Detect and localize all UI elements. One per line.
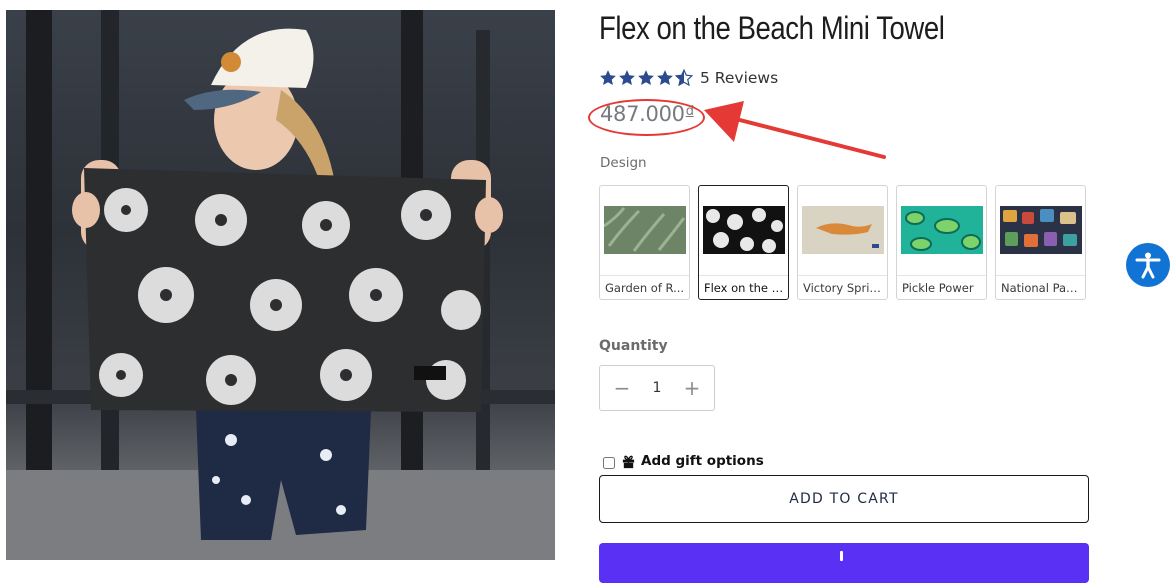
design-thumbnail <box>802 206 884 254</box>
design-option-label: Garden of R... <box>605 281 685 295</box>
design-option-label: Pickle Power <box>902 281 974 295</box>
reviews-count[interactable]: 5 Reviews <box>700 69 778 87</box>
product-photo-illustration <box>6 10 555 560</box>
star-icon <box>657 70 673 86</box>
quantity-stepper: − 1 + <box>599 365 715 411</box>
star-icon <box>638 70 654 86</box>
gift-options-label: Add gift options <box>641 453 764 469</box>
add-to-cart-button[interactable]: ADD TO CART <box>599 475 1089 523</box>
swatch-divider <box>699 275 788 276</box>
design-option-label: Flex on the B... <box>704 281 784 295</box>
gift-checkbox[interactable] <box>603 456 615 469</box>
design-thumbnail <box>901 206 983 254</box>
design-option-garden[interactable]: Garden of R... <box>599 185 690 300</box>
annotation-arrow-icon <box>704 101 886 159</box>
product-photo[interactable] <box>6 10 555 560</box>
product-rating[interactable]: 5 Reviews <box>599 66 778 90</box>
swatch-divider <box>798 275 887 276</box>
price-annotation-circle <box>588 99 705 136</box>
minus-icon[interactable]: − <box>613 376 631 400</box>
product-title: Flex on the Beach Mini Towel <box>599 10 945 46</box>
star-icon <box>600 70 616 86</box>
swatch-divider <box>897 275 986 276</box>
design-option-label: Victory Sprints <box>803 281 883 295</box>
design-option-national-parks[interactable]: National Parks <box>995 185 1086 300</box>
design-option-pickle-power[interactable]: Pickle Power <box>896 185 987 300</box>
accessibility-button[interactable] <box>1126 243 1170 287</box>
swatch-divider <box>996 275 1085 276</box>
star-icon <box>619 70 635 86</box>
buy-now-button[interactable] <box>599 543 1089 583</box>
design-swatches: Garden of R... Flex on the B... Victory … <box>599 185 1086 300</box>
design-label: Design <box>600 155 647 171</box>
swatch-divider <box>600 275 689 276</box>
quantity-label: Quantity <box>599 338 668 354</box>
rating-stars <box>599 69 693 87</box>
gift-icon <box>622 455 635 468</box>
accessibility-icon <box>1135 252 1161 279</box>
quantity-value[interactable]: 1 <box>653 380 662 396</box>
gift-options[interactable]: Add gift options <box>603 453 764 469</box>
design-option-flex-on-the-beach[interactable]: Flex on the B... <box>698 185 789 300</box>
plus-icon[interactable]: + <box>683 376 701 400</box>
design-option-victory-sprints[interactable]: Victory Sprints <box>797 185 888 300</box>
design-thumbnail <box>703 206 785 254</box>
design-thumbnail <box>604 206 686 254</box>
design-option-label: National Parks <box>1001 281 1081 295</box>
star-half-icon <box>675 69 693 87</box>
design-thumbnail <box>1000 206 1082 254</box>
